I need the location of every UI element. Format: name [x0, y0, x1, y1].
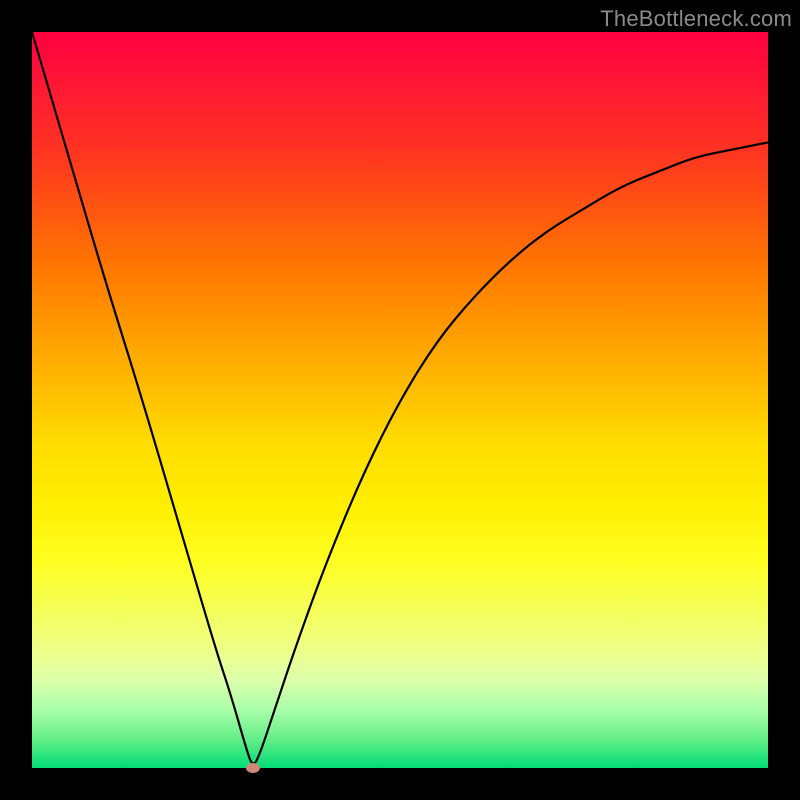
watermark-text: TheBottleneck.com [600, 6, 792, 32]
optimal-point-marker [246, 763, 260, 773]
bottleneck-curve [32, 32, 768, 768]
plot-area [32, 32, 768, 768]
chart-frame: TheBottleneck.com [0, 0, 800, 800]
